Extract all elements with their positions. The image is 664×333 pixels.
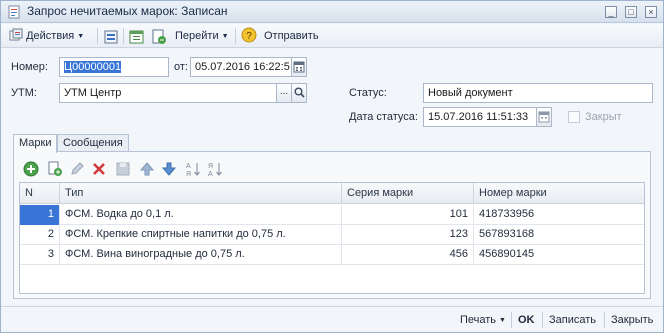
series-cell: 101 [342,205,474,225]
number-cell: 567893168 [479,228,535,240]
date-from-label: от: [174,61,188,73]
toolbar-separator [235,28,236,44]
svg-text:Я: Я [186,171,191,177]
bottom-separator [604,312,605,328]
table-row[interactable]: 3 ФСМ. Вина виноградные до 0,75 л. 456 4… [20,245,644,265]
status-calendar-button[interactable] [536,107,552,127]
move-up-icon[interactable] [139,161,155,177]
sort-descending-icon[interactable]: Я A [207,161,223,177]
row-number-cell: 3 [20,245,60,265]
type-cell: ФСМ. Крепкие спиртные напитки до 0,75 л. [60,225,342,245]
table-report-icon[interactable] [129,28,145,46]
table-row[interactable]: 1 ФСМ. Водка до 0,1 л. 101 418733956 [20,205,644,225]
toolbar-separator [123,28,124,44]
table-row[interactable]: 2 ФСМ. Крепкие спиртные напитки до 0,75 … [20,225,644,245]
utm-label: УТМ: [11,87,37,99]
status-date-label: Дата статуса: [349,111,418,123]
calendar-button[interactable] [291,57,307,77]
row-number-cell: 2 [20,225,60,245]
closed-checkbox[interactable] [568,111,580,123]
utm-open-button[interactable] [291,83,307,103]
tab-messages[interactable]: Сообщения [57,134,129,152]
actions-icon [9,28,23,41]
add-icon[interactable] [23,161,39,177]
move-down-icon[interactable] [161,161,177,177]
column-header-series[interactable]: Серия марки [342,183,474,204]
actions-label: Действия [26,30,75,42]
number-cell: 456890145 [479,248,535,260]
column-header-type[interactable]: Тип [60,183,342,204]
document-movement-icon[interactable] [151,28,167,46]
tab-marks[interactable]: Марки [13,134,58,153]
date-field[interactable]: 05.07.2016 16:22:5 [190,57,292,77]
end-edit-icon[interactable] [115,161,131,177]
print-menu[interactable]: Печать ▼ [460,311,506,329]
chevron-down-icon: ▼ [221,33,229,40]
type-cell: ФСМ. Водка до 0,1 л. [60,205,342,225]
minimize-button[interactable]: _ [605,6,617,18]
table-header: N Тип Серия марки Номер марки [20,183,644,204]
document-icon [8,5,20,19]
send-label: Отправить [264,30,319,42]
number-field[interactable]: Ц00000001 [59,57,169,77]
search-icon [294,87,305,98]
ok-button[interactable]: OK [518,311,535,329]
column-header-n[interactable]: N [20,183,60,204]
closed-label: Закрыт [585,111,622,123]
series-cell: 123 [342,225,474,245]
toolbar: Действия ▼ Перейти ▼ ? Отправить [1,24,663,48]
edit-icon[interactable] [69,161,85,177]
svg-text:A: A [186,163,191,170]
help-icon: ? [241,27,257,43]
utm-select-button[interactable]: ... [276,83,292,103]
save-button[interactable]: Записать [549,311,596,329]
number-cell: 418733956 [479,208,535,220]
send-button[interactable]: Отправить [264,27,319,45]
svg-text:A: A [208,171,213,177]
chevron-down-icon: ▼ [499,317,506,324]
chevron-down-icon: ▼ [77,33,85,40]
close-window-button[interactable]: × [645,6,657,18]
status-field: Новый документ [423,83,653,103]
sort-ascending-icon[interactable]: A Я [185,161,201,177]
goto-label: Перейти [175,30,219,42]
row-number-cell: 1 [20,205,60,225]
svg-text:Я: Я [208,163,213,170]
close-button[interactable]: Закрыть [611,311,653,329]
document-window: Запрос нечитаемых марок: Записан _ □ × Д… [0,0,664,333]
print-label: Печать [460,314,497,326]
toolbar-separator [97,28,98,44]
series-cell: 456 [342,245,474,265]
structure-icon[interactable] [103,28,119,46]
maximize-button[interactable]: □ [625,6,637,18]
copy-icon[interactable] [47,161,63,177]
number-label: Номер: [11,61,48,73]
type-cell: ФСМ. Вина виноградные до 0,75 л. [60,245,342,265]
status-date-field: 15.07.2016 11:51:33 [423,107,537,127]
marks-table: N Тип Серия марки Номер марки 1 ФСМ. Вод… [19,182,645,294]
bottom-bar: Печать ▼ OK Записать Закрыть [1,306,663,332]
column-header-number[interactable]: Номер марки [474,183,644,204]
status-label: Статус: [349,87,387,99]
help-button[interactable]: ? [241,27,257,45]
title-bar: Запрос нечитаемых марок: Записан _ □ × [1,1,663,23]
svg-text:?: ? [246,31,252,42]
calendar-icon [538,111,550,123]
window-title: Запрос нечитаемых марок: Записан [27,4,228,18]
utm-field[interactable]: УТМ Центр [59,83,277,103]
delete-icon[interactable] [91,161,107,177]
goto-menu[interactable]: Перейти ▼ [175,27,229,45]
bottom-separator [542,312,543,328]
actions-menu[interactable]: Действия ▼ [9,27,84,45]
calendar-icon [293,61,305,73]
bottom-separator [511,312,512,328]
